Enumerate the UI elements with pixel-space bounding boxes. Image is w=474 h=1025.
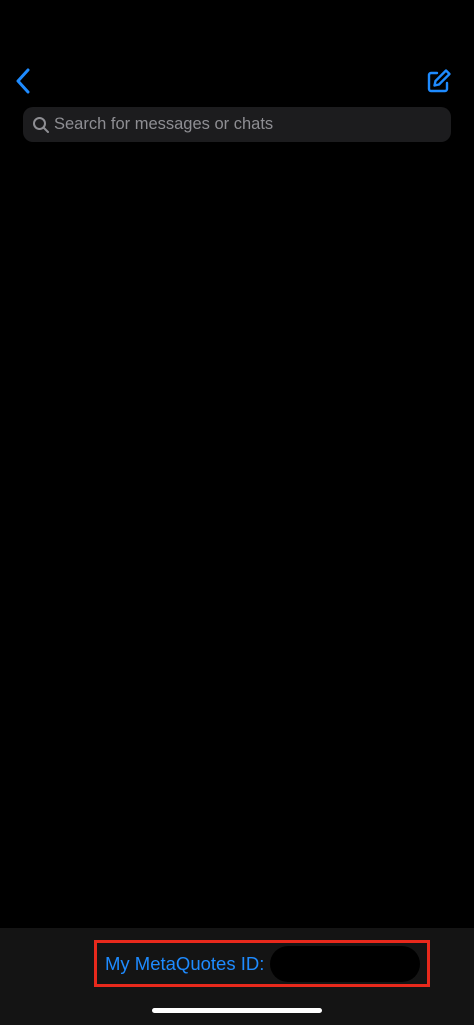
search-icon <box>31 115 51 135</box>
compose-button[interactable] <box>422 64 456 98</box>
metaquotes-id-label: My MetaQuotes ID: <box>105 952 265 974</box>
chevron-left-icon <box>16 68 30 94</box>
home-indicator <box>152 1008 322 1013</box>
back-button[interactable] <box>8 64 38 98</box>
chat-list <box>0 150 474 928</box>
metaquotes-id-box[interactable]: My MetaQuotes ID: <box>94 940 430 987</box>
metaquotes-id-value <box>270 945 421 982</box>
search-field[interactable] <box>23 107 451 142</box>
search-input[interactable] <box>51 107 451 142</box>
navigation-bar <box>0 0 474 104</box>
compose-icon <box>427 69 451 93</box>
